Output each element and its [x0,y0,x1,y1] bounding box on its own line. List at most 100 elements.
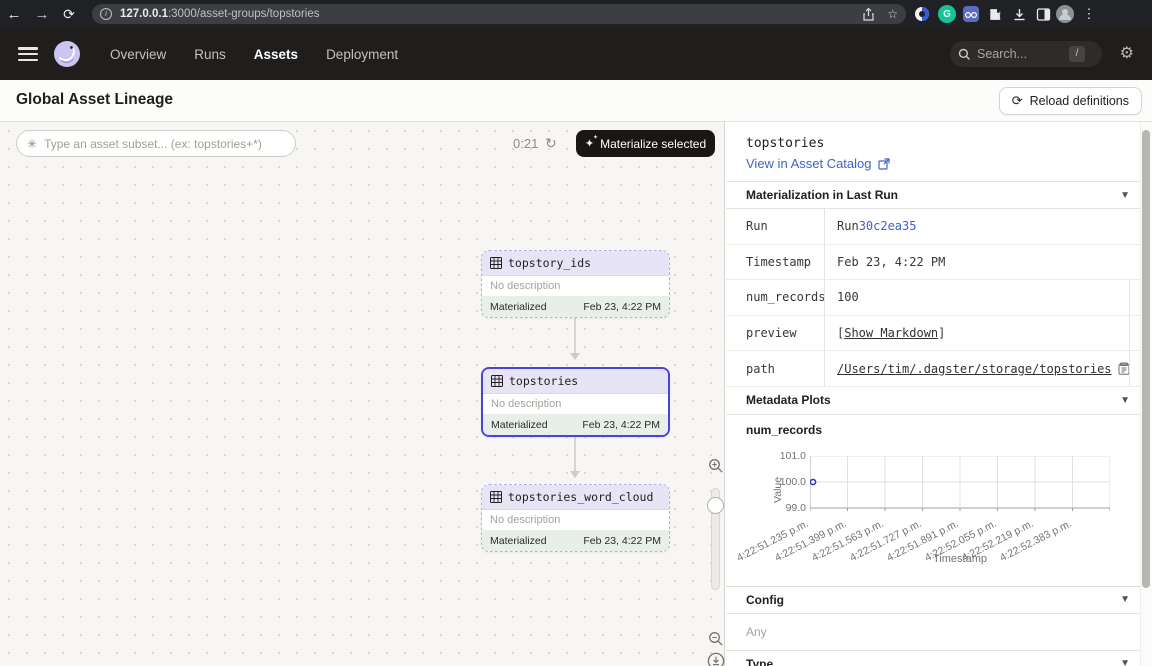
table-row-timestamp: Timestamp Feb 23, 4:22 PM [726,245,1152,281]
row-value: 100 [824,280,1130,315]
asset-node-status: Materialized [490,535,547,547]
page-title: Global Asset Lineage [16,91,173,109]
nav-item-deployment[interactable]: Deployment [326,47,398,62]
asset-node-name: topstory_ids [508,256,591,270]
sidebar-scrollbar-thumb[interactable] [1142,130,1150,588]
asset-node-timestamp: Feb 23, 4:22 PM [582,419,660,431]
table-icon [490,257,502,269]
table-icon [491,375,503,387]
materialize-selected-button[interactable]: ✦✦ Materialize selected [576,130,715,157]
section-metadata-plots[interactable]: Metadata Plots ▼ [726,387,1152,415]
extensions-puzzle-icon[interactable] [986,5,1004,23]
asset-detail-sidebar: topstories View in Asset Catalog Materia… [726,122,1152,666]
browser-reload-icon[interactable]: ⟳ [56,6,82,23]
zoom-to-fit-icon[interactable] [707,652,725,666]
asset-node-status: Materialized [490,301,547,313]
table-row-preview: preview [Show Markdown] [726,316,1152,352]
extension-grammarly-icon[interactable]: G [938,5,956,23]
share-icon[interactable] [862,8,875,21]
plot-area [810,456,1110,514]
asset-node-status: Materialized [491,419,548,431]
asset-subset-input[interactable] [44,137,274,151]
run-id-link[interactable]: 30c2ea35 [859,219,917,233]
section-materialization-last-run[interactable]: Materialization in Last Run ▼ [726,181,1152,209]
edge-topstory-ids-to-topstories [574,318,576,354]
external-link-icon [878,158,890,170]
row-key: Timestamp [726,245,824,280]
extension-clock-icon[interactable] [913,5,931,23]
refresh-icon: ⟳ [1012,93,1023,109]
section-config[interactable]: Config ▼ [726,586,1152,614]
site-info-icon[interactable]: i [100,8,112,20]
asset-node-name: topstories_word_cloud [508,490,653,504]
search-input[interactable] [977,47,1063,61]
address-bar[interactable]: i 127.0.0.1:3000/asset-groups/topstories… [92,4,906,24]
asset-node-topstories-word-cloud[interactable]: topstories_word_cloud No description Mat… [481,484,670,552]
asset-subset-filter[interactable]: ✳ [16,130,296,157]
search-shortcut-badge: / [1069,46,1085,62]
reload-definitions-button[interactable]: ⟳ Reload definitions [999,87,1142,115]
table-row-path: path /Users/tim/.dagster/storage/topstor… [726,351,1152,387]
show-markdown-link[interactable]: Show Markdown [844,326,938,340]
asset-node-description: No description [483,394,668,414]
y-tick-label: 99.0 [762,502,806,514]
asset-node-name: topstories [509,374,578,388]
config-value: Any [726,614,1152,650]
path-link[interactable]: /Users/tim/.dagster/storage/topstories [837,362,1112,376]
copy-icon[interactable] [1118,362,1130,375]
num-records-chart: Value 101.0 100.0 99.0 Timestamp 4:22:51… [726,441,1152,579]
nav-item-runs[interactable]: Runs [194,47,226,62]
asset-node-description: No description [482,276,669,296]
table-row-run: Run Run 30c2ea35 [726,209,1152,245]
timer-refresh-icon[interactable]: ↻ [545,130,557,157]
page-header: Global Asset Lineage ⟳ Reload definition… [0,80,1152,122]
refresh-timer: 0:21 [513,130,538,157]
row-key: path [726,351,824,386]
table-row-num-records: num_records 100 [726,280,1152,316]
nav-item-assets[interactable]: Assets [254,47,298,62]
profile-avatar[interactable] [1056,5,1074,23]
plot-metric-title: num_records [726,415,1152,441]
screen: ← → ⟳ i 127.0.0.1:3000/asset-groups/tops… [0,0,1152,666]
browser-forward-icon[interactable]: → [28,6,56,23]
chevron-down-icon: ▼ [1120,658,1130,666]
asset-node-timestamp: Feb 23, 4:22 PM [583,535,661,547]
chevron-down-icon: ▼ [1120,395,1130,406]
asset-graph-canvas[interactable]: ✳ 0:21 ↻ ✦✦ Materialize selected topstor… [0,122,725,666]
row-key: preview [726,316,824,351]
zoom-in-icon[interactable] [708,458,724,479]
bookmark-star-icon[interactable]: ☆ [887,7,898,21]
menu-hamburger-icon[interactable] [18,47,38,61]
row-value: Run [837,219,859,233]
y-tick-label: 101.0 [762,450,806,462]
view-in-asset-catalog-link[interactable]: View in Asset Catalog [726,153,1152,181]
dagster-logo[interactable] [52,39,82,69]
browser-back-icon[interactable]: ← [0,6,28,23]
row-key: Run [726,209,824,244]
op-selector-icon: ✳ [27,137,37,151]
browser-menu-icon[interactable]: ⋮ [1080,5,1098,23]
zoom-out-icon[interactable] [708,631,724,652]
zoom-slider-handle[interactable] [707,497,724,514]
section-type[interactable]: Type ▼ [726,650,1152,666]
row-key: num_records [726,280,824,315]
table-icon [490,491,502,503]
row-value: Feb 23, 4:22 PM [824,245,1152,280]
sidebar-asset-name: topstories [726,122,1152,153]
data-point [810,479,815,484]
side-panel-icon[interactable] [1034,5,1052,23]
browser-toolbar: ← → ⟳ i 127.0.0.1:3000/asset-groups/tops… [0,0,1152,28]
asset-node-timestamp: Feb 23, 4:22 PM [583,301,661,313]
y-tick-label: 100.0 [762,476,806,488]
asset-node-description: No description [482,510,669,530]
extension-glasses-icon[interactable] [962,5,980,23]
download-icon[interactable] [1010,5,1028,23]
edge-topstories-to-word-cloud [574,436,576,472]
sparkle-icon: ✦✦ [585,137,594,150]
url-text: 127.0.0.1:3000/asset-groups/topstories [120,8,319,20]
asset-node-topstories[interactable]: topstories No description Materialized F… [481,367,670,437]
nav-item-overview[interactable]: Overview [110,47,166,62]
asset-node-topstory-ids[interactable]: topstory_ids No description Materialized… [481,250,670,318]
global-search[interactable]: / [950,41,1102,67]
settings-gear-icon[interactable]: ⚙ [1120,45,1134,63]
